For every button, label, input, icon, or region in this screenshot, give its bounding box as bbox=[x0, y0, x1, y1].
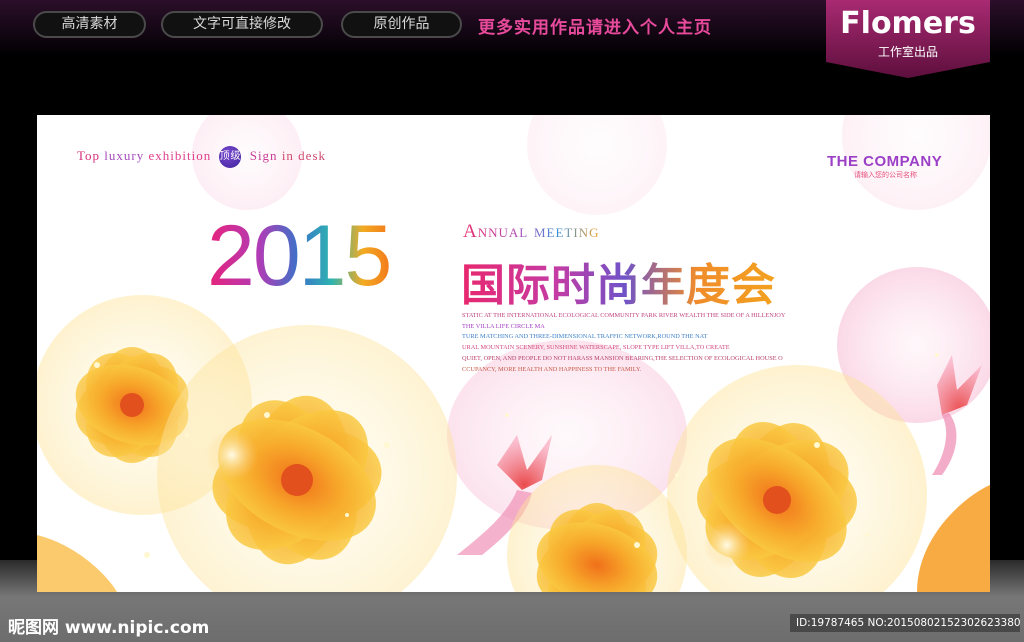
tagline-word-top: Top bbox=[77, 147, 101, 163]
pill-editable-text[interactable]: 文字可直接修改 bbox=[161, 11, 323, 38]
brand-subtitle: 工作室出品 bbox=[877, 45, 938, 59]
description-line: THE VILLA LIFE CIRCLE MA bbox=[462, 322, 545, 330]
chinese-title: 国际时尚年度会 bbox=[461, 249, 776, 313]
pill-hd-material[interactable]: 高清素材 bbox=[33, 11, 146, 38]
description-text: STATIC AT THE INTERNATIONAL ECOLOGICAL C… bbox=[462, 311, 822, 375]
poster-canvas: Top luxury exhibition 顶级 Sign in desk TH… bbox=[37, 115, 990, 592]
tagline-word-exhibition: exhibition bbox=[148, 147, 212, 163]
description-line: CCUPANCY, MORE HEALTH AND HAPPINESS TO T… bbox=[462, 365, 642, 373]
tagline-word-sign: Sign bbox=[249, 147, 278, 163]
year-title: 2015 bbox=[207, 208, 392, 304]
description-line: STATIC AT THE INTERNATIONAL ECOLOGICAL C… bbox=[462, 312, 786, 319]
tagline-word-luxury: luxury bbox=[104, 147, 145, 163]
brand-name: Flomers bbox=[840, 6, 976, 41]
site-watermark: 昵图网 www.nipic.com bbox=[8, 618, 210, 638]
studio-logo: Flomers 工作室出品 bbox=[826, 0, 990, 78]
description-line: QUIET, OPEN, AND PEOPLE DO NOT HARASS MA… bbox=[462, 354, 783, 362]
image-id-label: ID:19787465 NO:20150802152302623380 bbox=[790, 614, 1021, 632]
pill-original-work[interactable]: 原创作品 bbox=[341, 11, 462, 38]
company-name: THE COMPANY bbox=[827, 153, 943, 170]
tagline-word-in-desk: in desk bbox=[281, 147, 327, 163]
tagline: Top luxury exhibition 顶级 Sign in desk bbox=[77, 146, 326, 168]
description-line: URAL MOUNTAIN SCENERY, SUNSHINE WATERSCA… bbox=[462, 344, 730, 352]
top-grade-badge: 顶级 bbox=[219, 146, 242, 168]
annual-meeting-title: Annual meeting bbox=[463, 221, 600, 242]
company-name-placeholder: 请输入您的公司名称 bbox=[854, 171, 917, 179]
more-works-link[interactable]: 更多实用作品请进入个人主页 bbox=[478, 13, 712, 38]
description-line: TURE MATCHING AND THREE-DIMENSIONAL TRAF… bbox=[462, 333, 708, 341]
